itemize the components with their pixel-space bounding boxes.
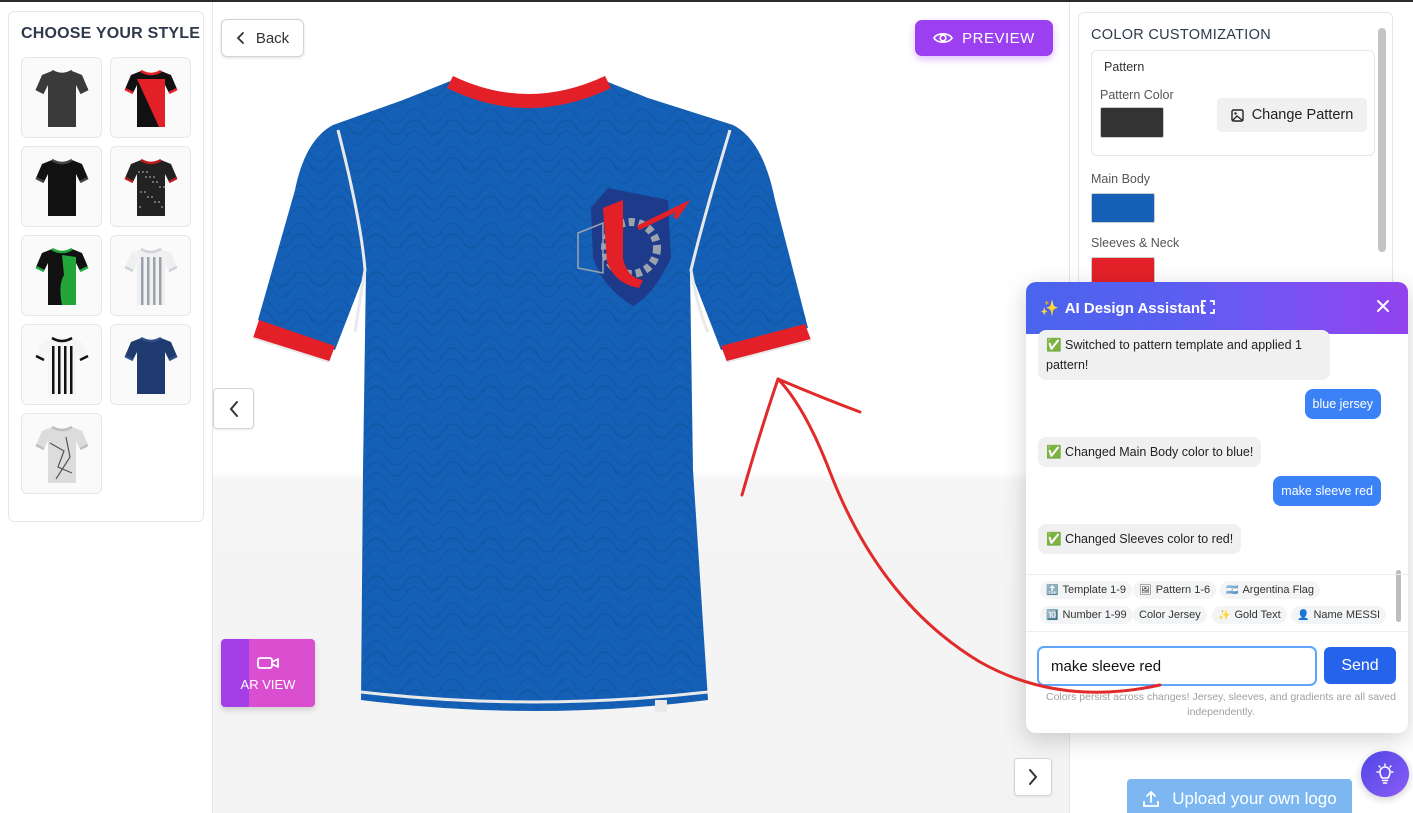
image-icon <box>1231 108 1244 122</box>
prev-view-button[interactable] <box>213 388 254 429</box>
style-green-black-thumbnail[interactable] <box>21 235 102 316</box>
panel-scrollbar[interactable] <box>1378 28 1386 252</box>
jersey-canvas: Back PREVIEW AR VIEW <box>213 2 1070 813</box>
chat-hint: Colors persist across changes! Jersey, s… <box>1046 691 1396 718</box>
upload-icon <box>1143 790 1160 807</box>
style-navy-thumbnail[interactable] <box>110 324 191 405</box>
jersey-model[interactable] <box>253 70 823 730</box>
message-bot: ✅ Changed Main Body color to blue! <box>1038 437 1262 467</box>
jersey-customizer-app: CHOOSE YOUR STYLE Back PREVIEW AR VIEW C… <box>0 0 1413 813</box>
message-user: blue jersey <box>1304 389 1381 419</box>
number-chip-icon: 🔟 <box>1046 609 1059 621</box>
color-customization-title: COLOR CUSTOMIZATION <box>1091 27 1271 43</box>
tips-button[interactable] <box>1361 751 1409 797</box>
sparkle-chip-icon: ✨ <box>1218 609 1231 621</box>
preview-label: PREVIEW <box>962 29 1035 47</box>
sleeves-neck-label: Sleeves & Neck <box>1091 236 1180 250</box>
upload-logo-label: Upload your own logo <box>1172 789 1337 808</box>
close-icon[interactable] <box>1376 299 1390 313</box>
style-title: CHOOSE YOUR STYLE <box>21 25 201 42</box>
style-white-stripes-thumbnail[interactable] <box>110 235 191 316</box>
video-camera-icon <box>257 656 279 669</box>
chip-label: Pattern 1-6 <box>1155 584 1211 596</box>
suggestion-chips: 🔝 Template 1-9 🖼 Pattern 1-6 🇦🇷 Argentina F… <box>1026 574 1408 630</box>
jersey-body <box>258 80 808 711</box>
flag-chip-icon: 🇦🇷 <box>1226 584 1239 596</box>
main-body-label: Main Body <box>1091 172 1151 186</box>
pattern-label: Pattern <box>1104 60 1145 74</box>
message-user: make sleeve red <box>1273 476 1381 506</box>
chip-label: Gold Text <box>1234 609 1281 621</box>
chip-label: Argentina Flag <box>1242 584 1314 596</box>
chevron-left-icon <box>229 400 238 417</box>
jersey-thumb-icon <box>34 425 89 483</box>
sparkles-icon: ✨ <box>1040 300 1059 317</box>
style-sidebar: CHOOSE YOUR STYLE <box>0 2 213 813</box>
back-label: Back <box>255 29 290 47</box>
jersey-thumb-icon <box>34 336 89 394</box>
chip-number[interactable]: 🔟 Number 1-99 <box>1040 606 1133 624</box>
jersey-thumb-icon <box>34 247 89 305</box>
chip-color-jersey[interactable]: Color Jersey <box>1133 606 1207 624</box>
chip-argentina-flag[interactable]: 🇦🇷 Argentina Flag <box>1220 581 1320 599</box>
chip-label: Color Jersey <box>1139 609 1201 621</box>
ai-assistant-panel: ✨ AI Design Assistant ✅ Switched to patt… <box>1026 282 1408 733</box>
chevron-left-icon <box>236 32 244 44</box>
chat-header: ✨ AI Design Assistant <box>1026 282 1408 334</box>
ar-view-label: AR VIEW <box>240 676 296 692</box>
jersey-thumb-icon <box>123 336 178 394</box>
chat-input-row: Send Colors persist across changes! Jers… <box>1026 631 1408 733</box>
chevron-right-icon <box>1029 769 1038 785</box>
style-black-white-stripes-thumbnail[interactable] <box>21 324 102 405</box>
preview-button[interactable]: PREVIEW <box>915 20 1053 56</box>
jersey-thumb-icon <box>123 69 178 127</box>
hem-tag <box>655 700 667 712</box>
change-pattern-button[interactable]: Change Pattern <box>1217 98 1367 132</box>
style-red-black-thumbnail[interactable] <box>110 57 191 138</box>
jersey-thumb-icon <box>123 158 178 216</box>
pattern-chip-icon: 🖼 <box>1139 584 1152 596</box>
ar-view-button[interactable]: AR VIEW <box>221 639 315 707</box>
upload-logo-button[interactable]: Upload your own logo <box>1127 779 1352 813</box>
color-customization-card: COLOR CUSTOMIZATION Pattern Pattern Colo… <box>1078 12 1393 292</box>
jersey-thumb-icon <box>123 247 178 305</box>
style-gray-marble-thumbnail[interactable] <box>21 413 102 494</box>
chip-label: Number 1-99 <box>1062 609 1127 621</box>
chip-label: Name MESSI <box>1313 609 1381 621</box>
chip-template[interactable]: 🔝 Template 1-9 <box>1040 581 1133 599</box>
chip-pattern[interactable]: 🖼 Pattern 1-6 <box>1133 581 1217 599</box>
eye-icon <box>933 33 954 43</box>
jersey-thumb-icon <box>34 158 89 216</box>
main-body-color-swatch[interactable] <box>1091 193 1155 223</box>
message-bot: ✅ Switched to pattern template and appli… <box>1038 330 1330 380</box>
style-black-gray-thumbnail[interactable] <box>21 146 102 227</box>
template-chip-icon: 🔝 <box>1046 584 1059 596</box>
change-pattern-label: Change Pattern <box>1251 107 1354 123</box>
pattern-color-label: Pattern Color <box>1100 88 1174 102</box>
chat-messages: ✅ Switched to pattern template and appli… <box>1026 330 1408 622</box>
style-black-pattern-thumbnail[interactable] <box>110 146 191 227</box>
chat-title-text: AI Design Assistant <box>1064 299 1205 317</box>
message-bot: ✅ Changed Sleeves color to red! <box>1038 524 1242 554</box>
expand-icon[interactable] <box>1200 299 1216 315</box>
send-button[interactable]: Send <box>1324 647 1396 684</box>
chat-input[interactable] <box>1037 646 1317 686</box>
back-button[interactable]: Back <box>221 19 304 57</box>
style-dark-gray-thumbnail[interactable] <box>21 57 102 138</box>
jersey-thumb-icon <box>34 69 89 127</box>
chat-title: ✨ AI Design Assistant <box>1040 299 1205 318</box>
pattern-section: Pattern Pattern Color Change Pattern <box>1091 50 1375 156</box>
next-view-button[interactable] <box>1014 758 1052 796</box>
chip-name-messi[interactable]: 👤 Name MESSI <box>1291 606 1387 624</box>
chip-label: Template 1-9 <box>1062 584 1127 596</box>
person-chip-icon: 👤 <box>1297 609 1310 621</box>
pattern-color-swatch[interactable] <box>1100 107 1164 138</box>
lightbulb-icon <box>1376 763 1394 784</box>
chip-gold-text[interactable]: ✨ Gold Text <box>1212 606 1287 624</box>
